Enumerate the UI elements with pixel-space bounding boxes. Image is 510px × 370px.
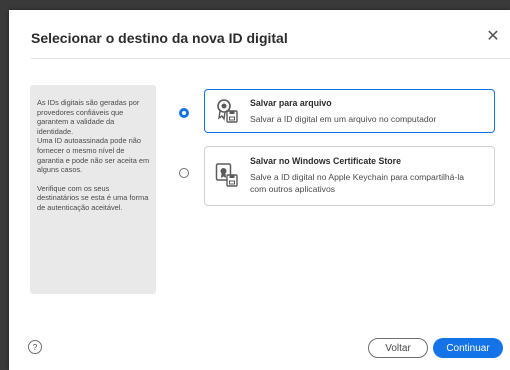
continue-button[interactable]: Continuar [433, 338, 503, 358]
title-divider [31, 58, 510, 59]
certificate-file-icon [217, 99, 238, 123]
option-save-to-file[interactable]: Salvar para arquivo Salvar a ID digital … [204, 89, 495, 133]
info-text-2: Uma ID autoassinada pode não fornecer o … [37, 136, 150, 175]
back-button[interactable]: Voltar [368, 338, 428, 358]
radio-save-to-file[interactable] [179, 108, 189, 118]
radio-windows-certificate-store[interactable] [179, 168, 189, 178]
select-destination-dialog: Selecionar o destino da nova ID digital … [9, 10, 510, 370]
option-title: Salvar no Windows Certificate Store [250, 156, 401, 166]
info-panel: As IDs digitais são geradas por provedor… [30, 85, 156, 294]
option-windows-certificate-store[interactable]: Salvar no Windows Certificate Store Salv… [204, 146, 495, 206]
option-title: Salvar para arquivo [250, 98, 332, 108]
option-description: Salve a ID digital no Apple Keychain par… [250, 172, 465, 194]
info-text-3: Verifique com os seus destinatários se e… [37, 183, 149, 212]
info-text-1: As IDs digitais são geradas por provedor… [37, 98, 140, 136]
help-icon[interactable]: ? [28, 340, 42, 354]
close-icon[interactable]: ✕ [486, 29, 500, 45]
option-description: Salvar a ID digital em um arquivo no com… [250, 114, 437, 124]
certificate-store-icon [215, 163, 238, 187]
dialog-title: Selecionar o destino da nova ID digital [31, 30, 288, 46]
